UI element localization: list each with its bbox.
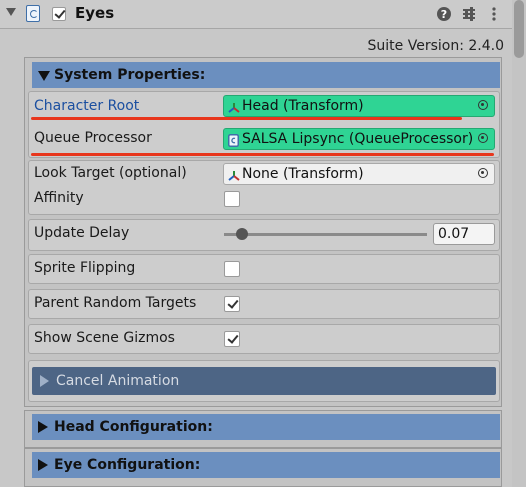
suite-version: Suite Version: 2.4.0 <box>367 38 504 54</box>
affinity-checkbox[interactable] <box>224 191 240 207</box>
scrollbar-thumb[interactable] <box>514 0 524 58</box>
head-configuration-foldout[interactable]: Head Configuration: <box>32 414 500 440</box>
character-root-field[interactable]: Head (Transform) <box>223 95 495 117</box>
script-icon <box>228 133 239 149</box>
look-target-field[interactable]: None (Transform) <box>223 163 495 185</box>
affinity-label: Affinity <box>34 190 84 206</box>
head-configuration-title: Head Configuration: <box>54 419 213 435</box>
cancel-animation-foldout[interactable]: Cancel Animation <box>32 367 496 395</box>
update-delay-label: Update Delay <box>34 225 130 241</box>
object-picker-icon[interactable] <box>478 168 488 178</box>
script-icon <box>26 5 40 22</box>
sprite-flipping-label: Sprite Flipping <box>34 260 136 276</box>
queue-processor-label: Queue Processor <box>34 130 152 146</box>
parent-random-targets-checkbox[interactable] <box>224 296 240 312</box>
system-properties-title: System Properties: <box>54 67 206 83</box>
collapsed-arrow-icon <box>38 459 48 471</box>
queue-processor-value: SALSA Lipsync (QueueProcessor) <box>242 131 474 147</box>
transform-icon <box>228 100 240 116</box>
cancel-animation-label: Cancel Animation <box>56 373 180 389</box>
object-picker-icon[interactable] <box>478 133 488 143</box>
queue-processor-field[interactable]: SALSA Lipsync (QueueProcessor) <box>223 128 495 150</box>
component-enabled-checkbox[interactable] <box>52 7 66 21</box>
update-delay-slider-handle[interactable] <box>236 228 248 240</box>
expand-arrow-icon <box>38 71 50 81</box>
preset-icon[interactable] <box>461 6 477 22</box>
character-root-value: Head (Transform) <box>242 98 364 114</box>
annotation-underline <box>31 117 462 120</box>
eye-configuration-foldout[interactable]: Eye Configuration: <box>32 452 500 478</box>
more-icon[interactable] <box>486 6 502 22</box>
sprite-flipping-checkbox[interactable] <box>224 261 240 277</box>
svg-text:?: ? <box>441 8 447 21</box>
vertical-scrollbar[interactable] <box>512 0 526 487</box>
help-icon[interactable]: ? <box>436 6 452 22</box>
component-title: Eyes <box>75 4 115 22</box>
show-scene-gizmos-checkbox[interactable] <box>224 331 240 347</box>
collapsed-arrow-icon <box>38 421 48 433</box>
parent-random-targets-label: Parent Random Targets <box>34 295 197 311</box>
transform-icon <box>228 168 240 184</box>
character-root-label: Character Root <box>34 98 140 114</box>
show-scene-gizmos-label: Show Scene Gizmos <box>34 330 175 346</box>
collapsed-arrow-icon <box>40 375 49 387</box>
system-properties-foldout[interactable]: System Properties: <box>32 62 500 88</box>
component-header: Eyes ? <box>0 0 526 29</box>
collapse-arrow-icon[interactable] <box>6 8 16 16</box>
update-delay-slider-track[interactable] <box>224 233 427 236</box>
look-target-value: None (Transform) <box>242 166 364 182</box>
eye-configuration-title: Eye Configuration: <box>54 457 201 473</box>
look-target-label: Look Target (optional) <box>34 165 187 181</box>
update-delay-input[interactable]: 0.07 <box>433 223 495 245</box>
annotation-underline <box>31 153 494 156</box>
object-picker-icon[interactable] <box>478 100 488 110</box>
